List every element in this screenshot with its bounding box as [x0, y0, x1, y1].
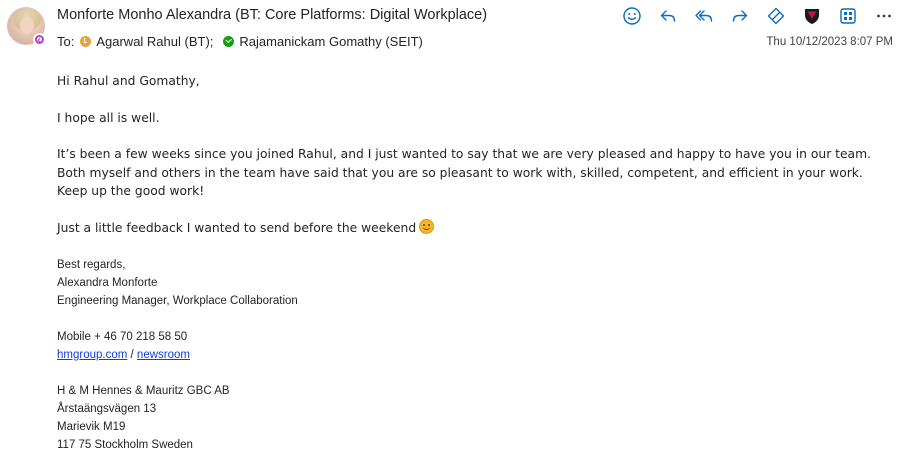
apps-button[interactable]	[834, 3, 862, 29]
smiley-emoji-icon	[419, 218, 435, 234]
message-body: Hi Rahul and Gomathy, I hope all is well…	[57, 72, 892, 255]
forward-icon	[732, 10, 748, 22]
reply-icon	[660, 10, 676, 22]
sig-title: Engineering Manager, Workplace Collabora…	[57, 295, 298, 307]
security-addin-button[interactable]	[798, 3, 826, 29]
sig-links: hmgroup.com / newsroom	[57, 346, 298, 364]
hmgroup-link[interactable]: hmgroup.com	[57, 349, 127, 361]
body-paragraph-2: It’s been a few weeks since you joined R…	[57, 147, 871, 198]
to-label: To:	[57, 34, 75, 49]
reply-all-icon	[695, 10, 713, 22]
forward-button[interactable]	[726, 3, 754, 29]
sig-closing: Best regards,	[57, 259, 126, 271]
sig-name: Alexandra Monforte	[57, 277, 158, 289]
greeting: Hi Rahul and Gomathy,	[57, 74, 200, 88]
emoji-icon	[623, 7, 641, 25]
apps-icon	[840, 8, 856, 24]
sig-mobile: Mobile + 46 70 218 58 50	[57, 331, 188, 343]
available-status-icon	[223, 36, 235, 47]
sig-area: Marievik M19	[57, 421, 126, 433]
recipient-agarwal[interactable]: Agarwal Rahul (BT);	[96, 34, 213, 49]
tag-button[interactable]	[762, 3, 790, 29]
feedback-text: Just a little feedback I wanted to send …	[57, 220, 417, 235]
presence-status-icon	[33, 33, 46, 46]
tag-icon	[767, 7, 785, 25]
more-actions-button[interactable]	[870, 3, 898, 29]
message-toolbar	[610, 3, 898, 29]
newsroom-link[interactable]: newsroom	[137, 349, 190, 361]
more-icon	[877, 14, 891, 18]
shield-icon	[805, 9, 819, 24]
body-paragraph-1: I hope all is well.	[57, 110, 160, 125]
body-paragraph-3: Just a little feedback I wanted to send …	[57, 218, 892, 238]
link-separator: /	[130, 349, 134, 361]
sig-city: 117 75 Stockholm Sweden	[57, 439, 193, 451]
sender-name[interactable]: Monforte Monho Alexandra (BT: Core Platf…	[57, 7, 487, 23]
emoji-button[interactable]	[618, 3, 646, 29]
reply-all-button[interactable]	[690, 3, 718, 29]
sent-date: Thu 10/12/2023 8:07 PM	[766, 36, 893, 48]
sig-company: H & M Hennes & Mauritz GBC AB	[57, 385, 230, 397]
reply-button[interactable]	[654, 3, 682, 29]
recipients-line: To: Agarwal Rahul (BT); Rajamanickam Gom…	[57, 34, 433, 49]
recipient-rajamanickam[interactable]: Rajamanickam Gomathy (SEIT)	[239, 34, 423, 49]
sig-street: Årstaängsvägen 13	[57, 403, 157, 415]
avatar-face	[20, 17, 34, 34]
email-signature: Best regards, Alexandra Monforte Enginee…	[57, 256, 298, 454]
away-status-icon	[80, 36, 92, 47]
